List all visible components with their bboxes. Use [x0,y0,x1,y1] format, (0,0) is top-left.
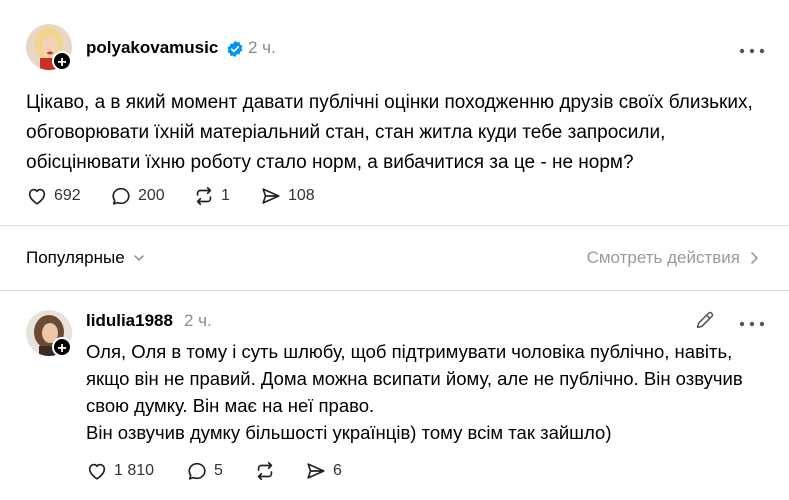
heart-icon [28,188,46,205]
like-count: 1 810 [114,462,155,479]
chevron-right-icon [751,252,758,264]
reply-author-username[interactable]: lidulia1988 [86,311,173,331]
share-button[interactable]: 6 [305,459,342,483]
heart-icon [88,463,106,480]
sort-dropdown[interactable]: Популярные [26,248,146,268]
edit-icon[interactable] [694,309,716,336]
post-text-line: обговорювати їхній матеріальний стан, ст… [26,122,666,143]
divider [0,290,789,291]
share-button[interactable]: 108 [260,184,315,208]
repost-button[interactable] [254,459,276,483]
like-button[interactable]: 1 810 [86,459,154,483]
view-activity-label: Смотреть действия [586,248,740,267]
comment-count: 200 [138,187,165,204]
verified-badge-icon [226,40,244,58]
repost-icon [196,186,212,206]
share-count: 108 [288,187,315,204]
reply-body: Оля, Оля в тому і суть шлюбу, щоб підтри… [86,338,743,446]
post-timestamp: 2 ч. [248,38,276,57]
view-activity-link[interactable]: Смотреть действия [587,248,761,268]
reply-text-line: Оля, Оля в тому і суть шлюбу, щоб підтри… [86,341,733,362]
post-text-line: Цікаво, а в який момент давати публічні … [26,92,753,113]
comment-icon [188,462,206,480]
more-options-icon[interactable] [738,316,766,334]
reply-timestamp: 2 ч. [184,311,212,330]
sort-label: Популярные [26,248,125,267]
reply-text-line: Він озвучив думку більшості українців) т… [86,422,612,443]
repost-icon [257,461,273,481]
like-button[interactable]: 692 [26,184,81,208]
share-count: 6 [333,462,342,479]
chevron-down-icon [133,255,144,261]
comment-count: 5 [214,462,223,479]
follow-plus-icon[interactable]: + [52,337,72,357]
send-icon [262,188,280,204]
post-author-username[interactable]: polyakovamusic [86,38,218,58]
post-body: Цікаво, а в який момент давати публічні … [26,88,753,178]
comment-icon [112,187,130,205]
comment-button[interactable]: 5 [186,459,223,483]
repost-count: 1 [221,187,230,204]
repost-button[interactable]: 1 [193,184,230,208]
more-options-icon[interactable] [738,43,766,61]
send-icon [307,463,325,479]
reply-text-line: свою думку. Він має на неї право. [86,395,375,416]
follow-plus-icon[interactable]: + [52,51,72,71]
comment-button[interactable]: 200 [110,184,165,208]
reply-text-line: якщо він не правий. Дома можна всипати й… [86,368,743,389]
like-count: 692 [54,187,81,204]
post-text-line: обісцінювати їхню роботу стало норм, а в… [26,152,634,173]
divider [0,225,789,226]
